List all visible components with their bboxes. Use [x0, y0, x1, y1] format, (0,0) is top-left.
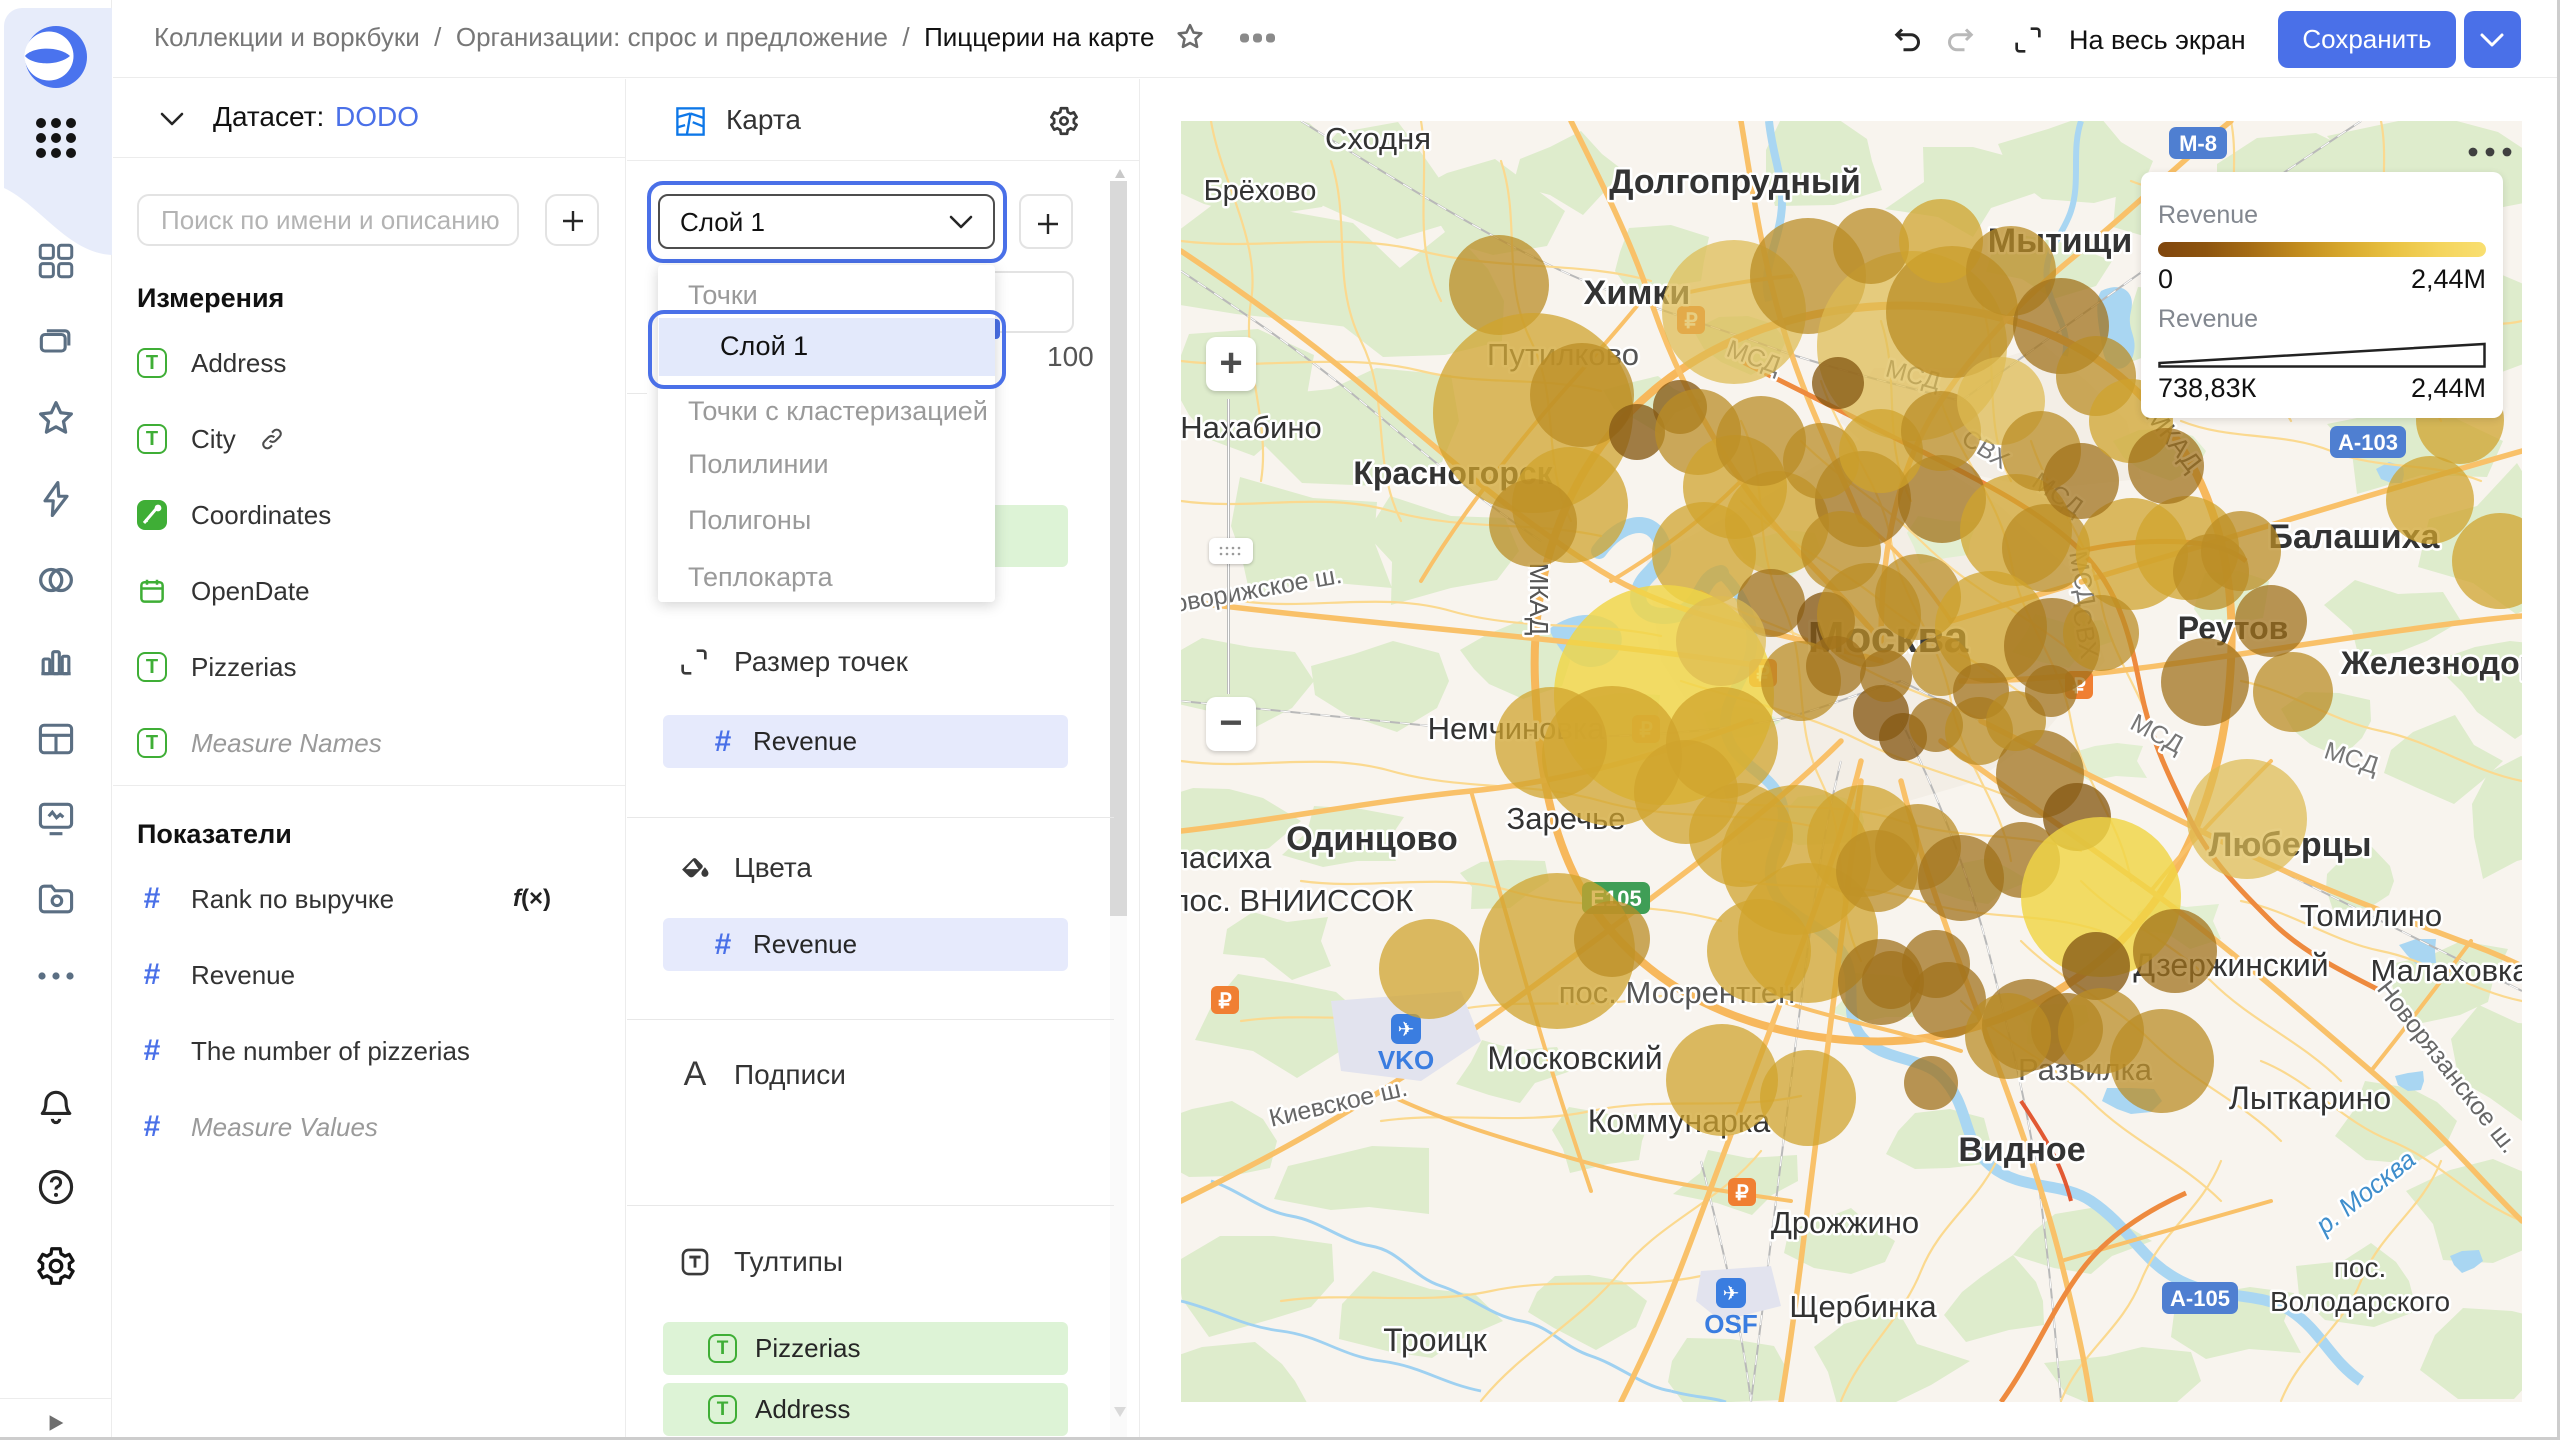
svg-text:₽: ₽: [1735, 1182, 1749, 1205]
svg-text:Одинцово: Одинцово: [1286, 820, 1458, 858]
svg-text:М-8: М-8: [2179, 131, 2217, 156]
svg-text:Брёхово: Брёхово: [1204, 175, 1317, 207]
svg-text:Дрожжино: Дрожжино: [1771, 1205, 1919, 1240]
svg-text:Щербинка: Щербинка: [1789, 1289, 1937, 1324]
svg-text:Володарского: Володарского: [2270, 1286, 2450, 1317]
svg-text:Троицк: Троицк: [1383, 1322, 1488, 1358]
svg-text:Московский: Московский: [1487, 1040, 1662, 1076]
svg-text:OSF: OSF: [1704, 1309, 1757, 1339]
svg-text:пос.: пос.: [2334, 1252, 2387, 1283]
svg-text:пос. ВНИИССОК: пос. ВНИИССОК: [1181, 883, 1413, 918]
svg-text:Долгопрудный: Долгопрудный: [1609, 163, 1861, 201]
svg-text:А-105: А-105: [2170, 1286, 2230, 1311]
svg-text:Лыткарино: Лыткарино: [2229, 1080, 2391, 1116]
svg-text:VKO: VKO: [1378, 1045, 1434, 1075]
svg-text:А-103: А-103: [2338, 430, 2398, 455]
svg-text:Железнодоро: Железнодоро: [2340, 645, 2522, 681]
svg-text:✈: ✈: [1398, 1019, 1415, 1041]
svg-text:₽: ₽: [1218, 990, 1232, 1013]
svg-text:Нахабино: Нахабино: [1181, 410, 1322, 445]
svg-text:Томилино: Томилино: [2300, 898, 2442, 933]
svg-text:Сходня: Сходня: [1325, 121, 1431, 156]
svg-text:✈: ✈: [1723, 1283, 1740, 1305]
svg-text:Видное: Видное: [1958, 1131, 2085, 1169]
svg-text:МКАД: МКАД: [1524, 563, 1554, 636]
svg-text:ласиха: ласиха: [1181, 840, 1272, 875]
